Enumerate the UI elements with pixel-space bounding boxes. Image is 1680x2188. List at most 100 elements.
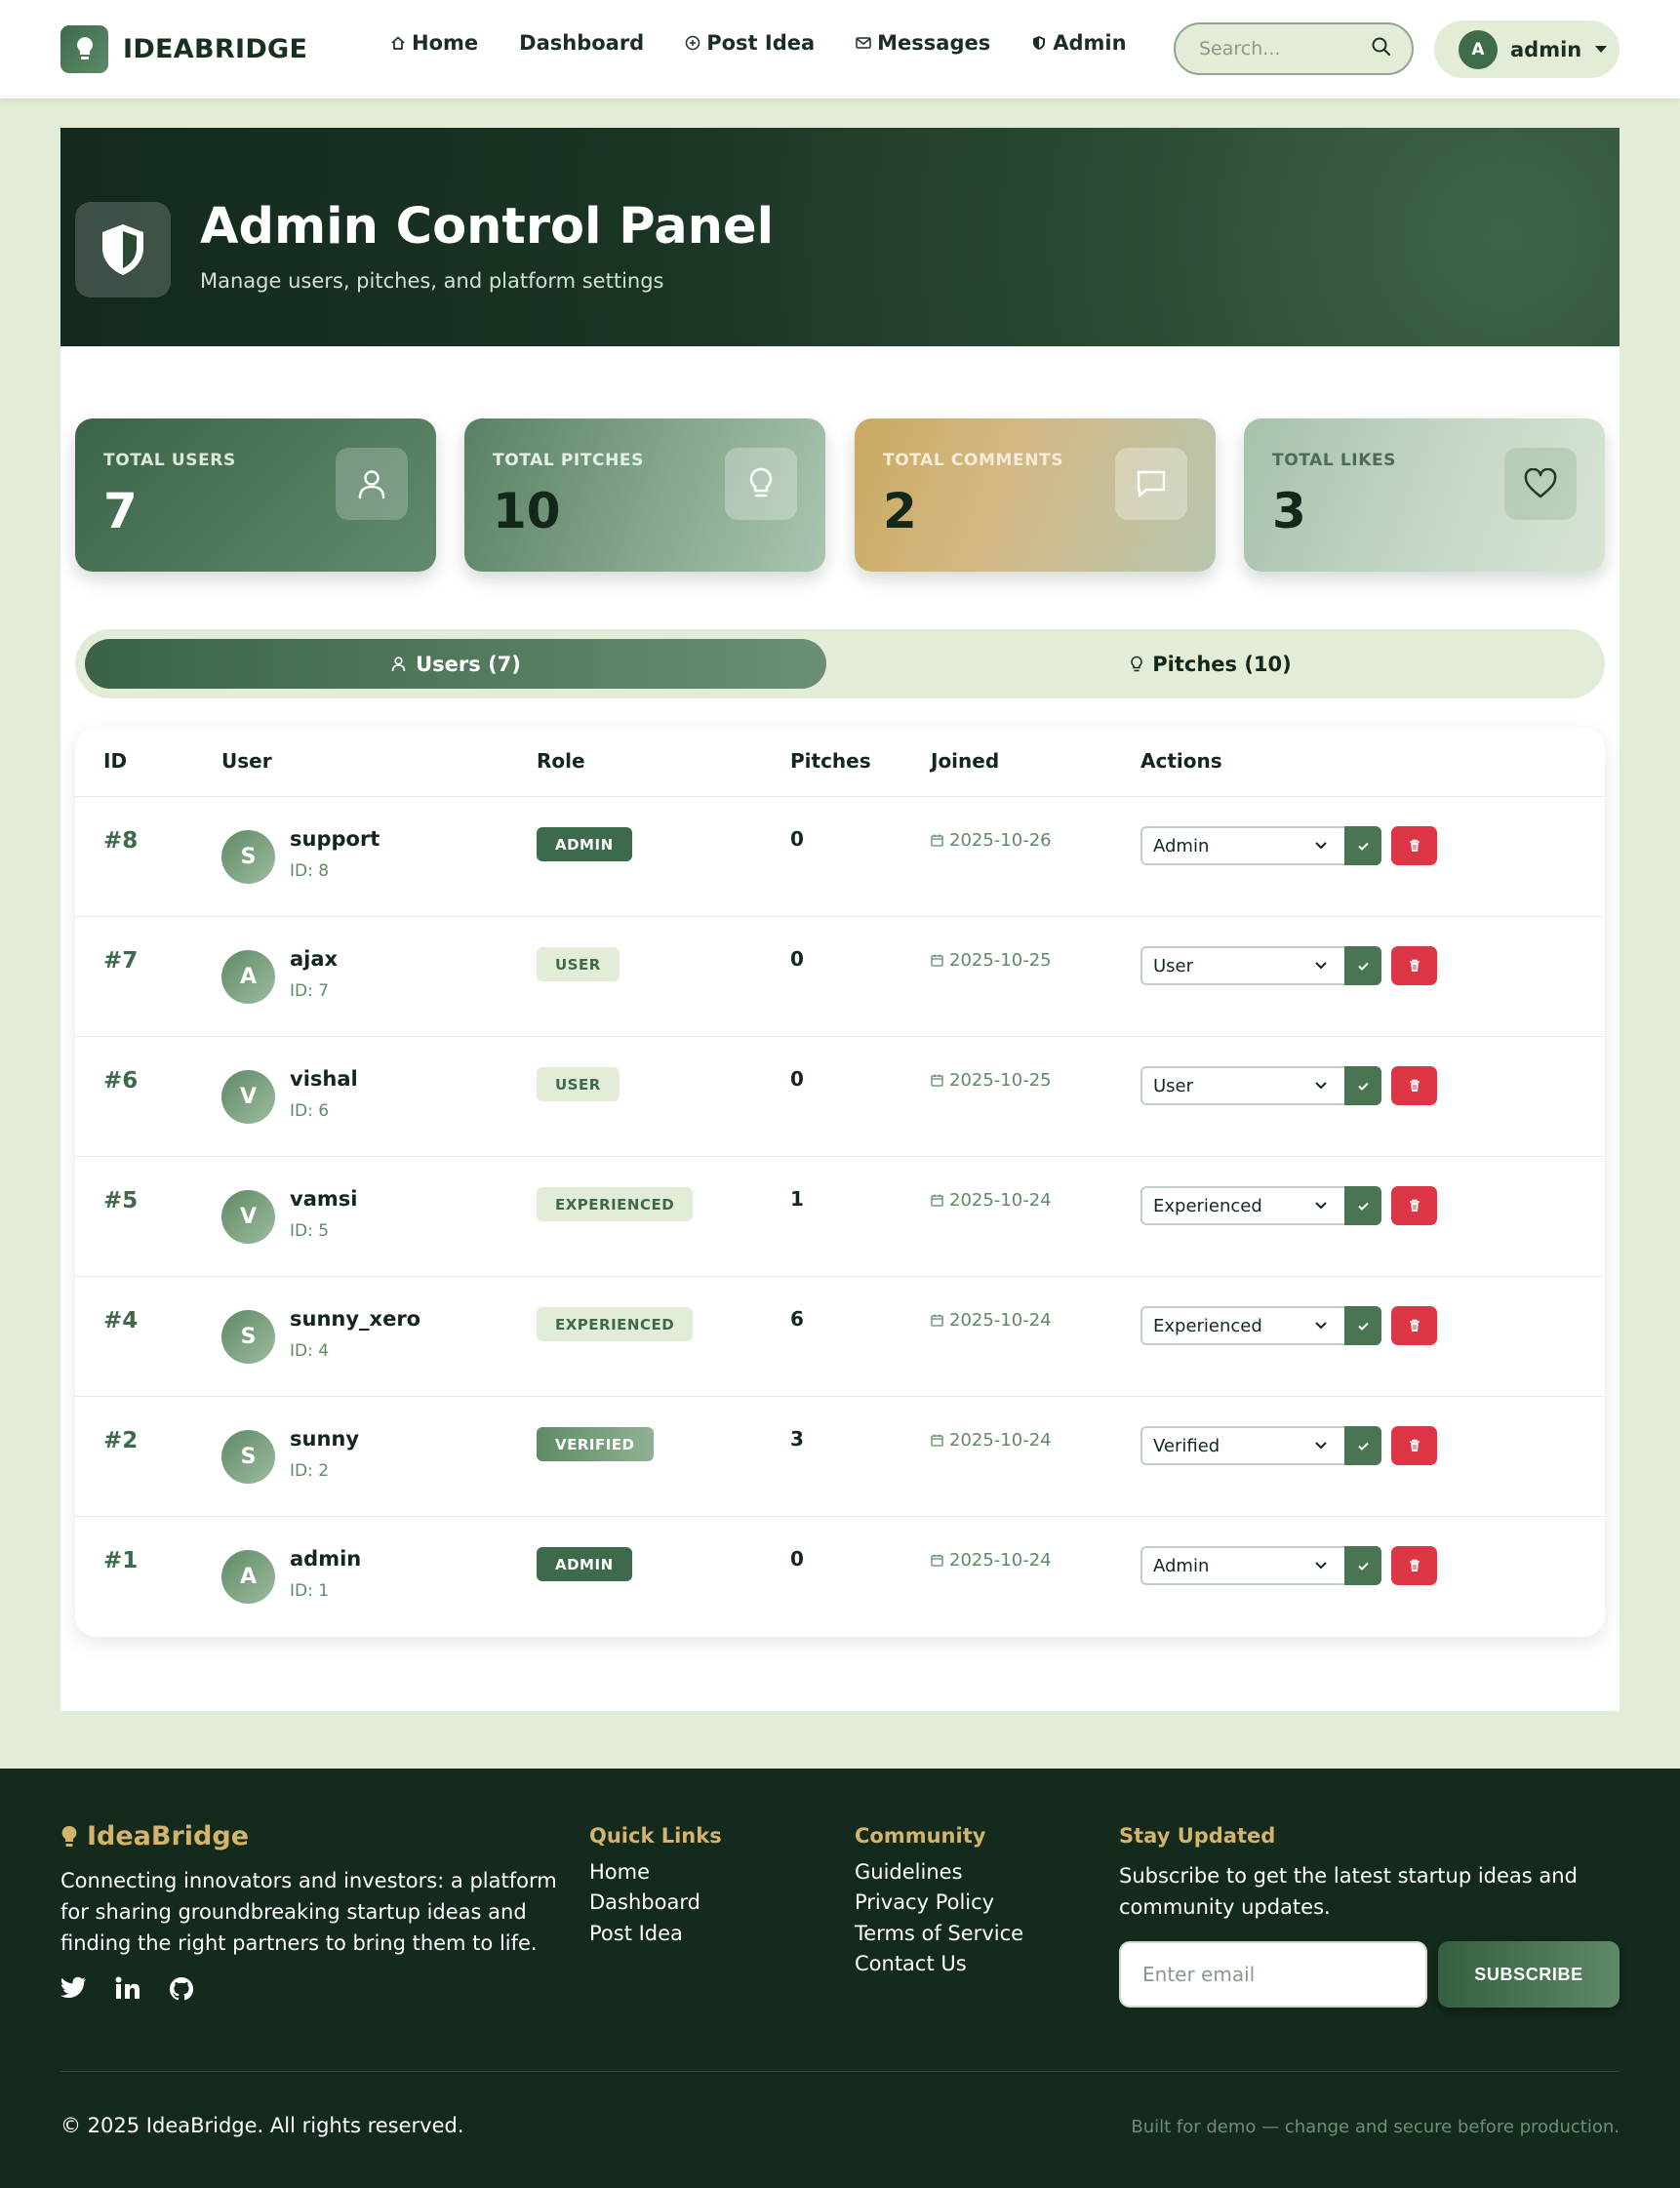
footer-link-home[interactable]: Home [589,1860,650,1884]
row-joined: 2025-10-25 [931,950,1052,971]
nav-link-messages[interactable]: Messages [856,31,990,55]
role-select[interactable]: Admin [1140,1546,1345,1585]
delete-user-button[interactable] [1391,1426,1437,1465]
lightbulb-icon [725,448,797,520]
check-icon [1357,1082,1369,1091]
plus-circle-icon [685,35,700,51]
brand[interactable]: IDEABRIDGE [60,24,307,73]
footer-brand: IdeaBridge [60,1821,249,1851]
stat-label: Total Pitches [493,451,644,470]
row-id: #2 [103,1428,139,1453]
save-role-button[interactable] [1344,1066,1381,1105]
nav-link-home[interactable]: Home [390,31,478,55]
brand-name: IDEABRIDGE [123,33,308,64]
role-badge: EXPERIENCED [537,1307,694,1341]
twitter-icon[interactable] [60,1976,88,2000]
check-icon [1357,1202,1369,1211]
trash-icon [1409,1559,1420,1571]
calendar-icon [931,1314,943,1327]
delete-user-button[interactable] [1391,946,1437,985]
save-role-button[interactable] [1344,1426,1381,1465]
role-select[interactable]: Experienced [1140,1186,1345,1225]
check-icon [1357,842,1369,851]
search-input[interactable] [1199,38,1365,60]
shield-icon [1033,36,1046,50]
calendar-icon [931,834,943,847]
avatar: S [221,1430,275,1484]
tab-label: Pitches (10) [1152,652,1292,676]
row-id: #4 [103,1308,139,1333]
footer-link-privacy[interactable]: Privacy Policy [855,1890,994,1914]
table-row: #6 Vvishal ID: 6 USER 0 2025-10-25 User [75,1037,1605,1157]
table-header: ID User Role Pitches Joined Actions [75,728,1605,797]
row-username: sunny_xero [290,1307,421,1331]
linkedin-icon[interactable] [115,1976,140,2000]
save-role-button[interactable] [1344,826,1381,865]
row-joined-date: 2025-10-26 [949,830,1052,851]
github-icon[interactable] [169,1976,194,2002]
header-user: User [221,749,272,773]
lightbulb-icon [1131,656,1142,671]
role-select-value: Experienced [1153,1315,1262,1336]
tab-users[interactable]: Users (7) [85,639,826,689]
row-joined: 2025-10-24 [931,1550,1052,1571]
role-select-value: Admin [1153,1555,1210,1576]
avatar: V [221,1190,275,1244]
row-pitch-count: 3 [790,1427,804,1451]
role-badge: ADMIN [537,827,632,861]
user-menu[interactable]: A admin [1434,20,1620,78]
role-select[interactable]: User [1140,1066,1345,1105]
delete-user-button[interactable] [1391,1186,1437,1225]
chevron-down-icon [1315,1202,1327,1210]
footer-link-contact[interactable]: Contact Us [855,1952,967,1975]
stat-label: Total Users [103,451,236,470]
table-row: #5 Vvamsi ID: 5 EXPERIENCED 1 2025-10-24 Exper… [75,1157,1605,1277]
delete-user-button[interactable] [1391,1306,1437,1345]
comment-icon [1115,448,1187,520]
footer-link-terms[interactable]: Terms of Service [855,1922,1023,1945]
footer-link-post-idea[interactable]: Post Idea [589,1922,683,1945]
admin-panel: Admin Control Panel Manage users, pitche… [60,128,1620,1711]
footer-description: Connecting innovators and investors: a p… [60,1869,557,1955]
email-field[interactable] [1119,1941,1427,2008]
role-select[interactable]: User [1140,946,1345,985]
user-name: admin [1510,37,1582,61]
role-badge: USER [537,947,620,981]
footer-link-dashboard[interactable]: Dashboard [589,1890,700,1914]
stat-label: Total Likes [1272,451,1397,470]
save-role-button[interactable] [1344,946,1381,985]
check-icon [1357,1442,1369,1451]
delete-user-button[interactable] [1391,1546,1437,1585]
row-pitch-count: 0 [790,947,804,971]
row-id: #1 [103,1548,139,1573]
nav-link-label: Post Idea [706,31,816,55]
subscribe-button[interactable]: SUBSCRIBE [1438,1941,1620,2008]
save-role-button[interactable] [1344,1546,1381,1585]
row-joined: 2025-10-26 [931,830,1052,851]
trash-icon [1409,1439,1420,1452]
role-select[interactable]: Verified [1140,1426,1345,1465]
nav-link-label: Dashboard [519,31,645,55]
save-role-button[interactable] [1344,1186,1381,1225]
search-box[interactable] [1174,22,1414,75]
check-icon [1357,1562,1369,1571]
chevron-down-icon [1315,842,1327,850]
nav-link-post-idea[interactable]: Post Idea [685,31,815,55]
header-role: Role [537,749,585,773]
footer-link-guidelines[interactable]: Guidelines [855,1860,963,1884]
avatar: A [221,1550,275,1604]
nav-link-admin[interactable]: Admin [1031,31,1127,55]
save-role-button[interactable] [1344,1306,1381,1345]
delete-user-button[interactable] [1391,1066,1437,1105]
role-select[interactable]: Admin [1140,826,1345,865]
quick-links-title: Quick Links [589,1824,722,1848]
header-joined: Joined [931,749,1000,773]
row-id: #8 [103,828,139,854]
role-select[interactable]: Experienced [1140,1306,1345,1345]
search-icon[interactable] [1371,36,1392,58]
tab-pitches[interactable]: Pitches (10) [826,639,1595,689]
nav-link-dashboard[interactable]: Dashboard [519,31,644,55]
delete-user-button[interactable] [1391,826,1437,865]
newsletter-title: Stay Updated [1119,1824,1276,1848]
tab-bar: Users (7) Pitches (10) [75,629,1605,698]
